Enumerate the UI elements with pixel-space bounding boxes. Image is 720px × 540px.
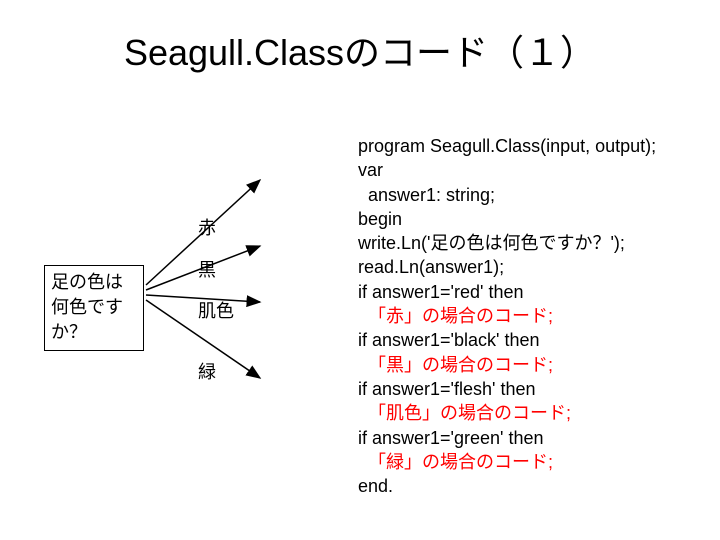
code-line: begin (358, 209, 402, 229)
code-line-red: 「緑」の場合のコード; (358, 452, 553, 472)
label-flesh: 肌色 (198, 297, 234, 323)
code-line: end. (358, 476, 393, 496)
code-line: answer1: string; (358, 185, 495, 205)
code-line: if answer1='red' then (358, 282, 523, 302)
code-block: program Seagull.Class(input, output); va… (358, 134, 708, 498)
label-green: 緑 (198, 358, 216, 384)
code-line: read.Ln(answer1); (358, 257, 504, 277)
code-line: if answer1='black' then (358, 330, 539, 350)
code-line: if answer1='green' then (358, 428, 544, 448)
code-line: var (358, 160, 383, 180)
code-line: if answer1='flesh' then (358, 379, 535, 399)
code-line: write.Ln('足の色は何色ですか？'); (358, 233, 625, 253)
slide-title: Seagull.Classのコード（１） (0, 24, 720, 76)
code-line-red: 「赤」の場合のコード; (358, 306, 553, 326)
code-line: program Seagull.Class(input, output); (358, 136, 656, 156)
label-red: 赤 (198, 214, 216, 240)
label-black: 黒 (198, 256, 216, 282)
question-box: 足の色は何色ですか？ (44, 265, 144, 351)
code-line-red: 「肌色」の場合のコード; (358, 403, 571, 423)
code-line-red: 「黒」の場合のコード; (358, 355, 553, 375)
